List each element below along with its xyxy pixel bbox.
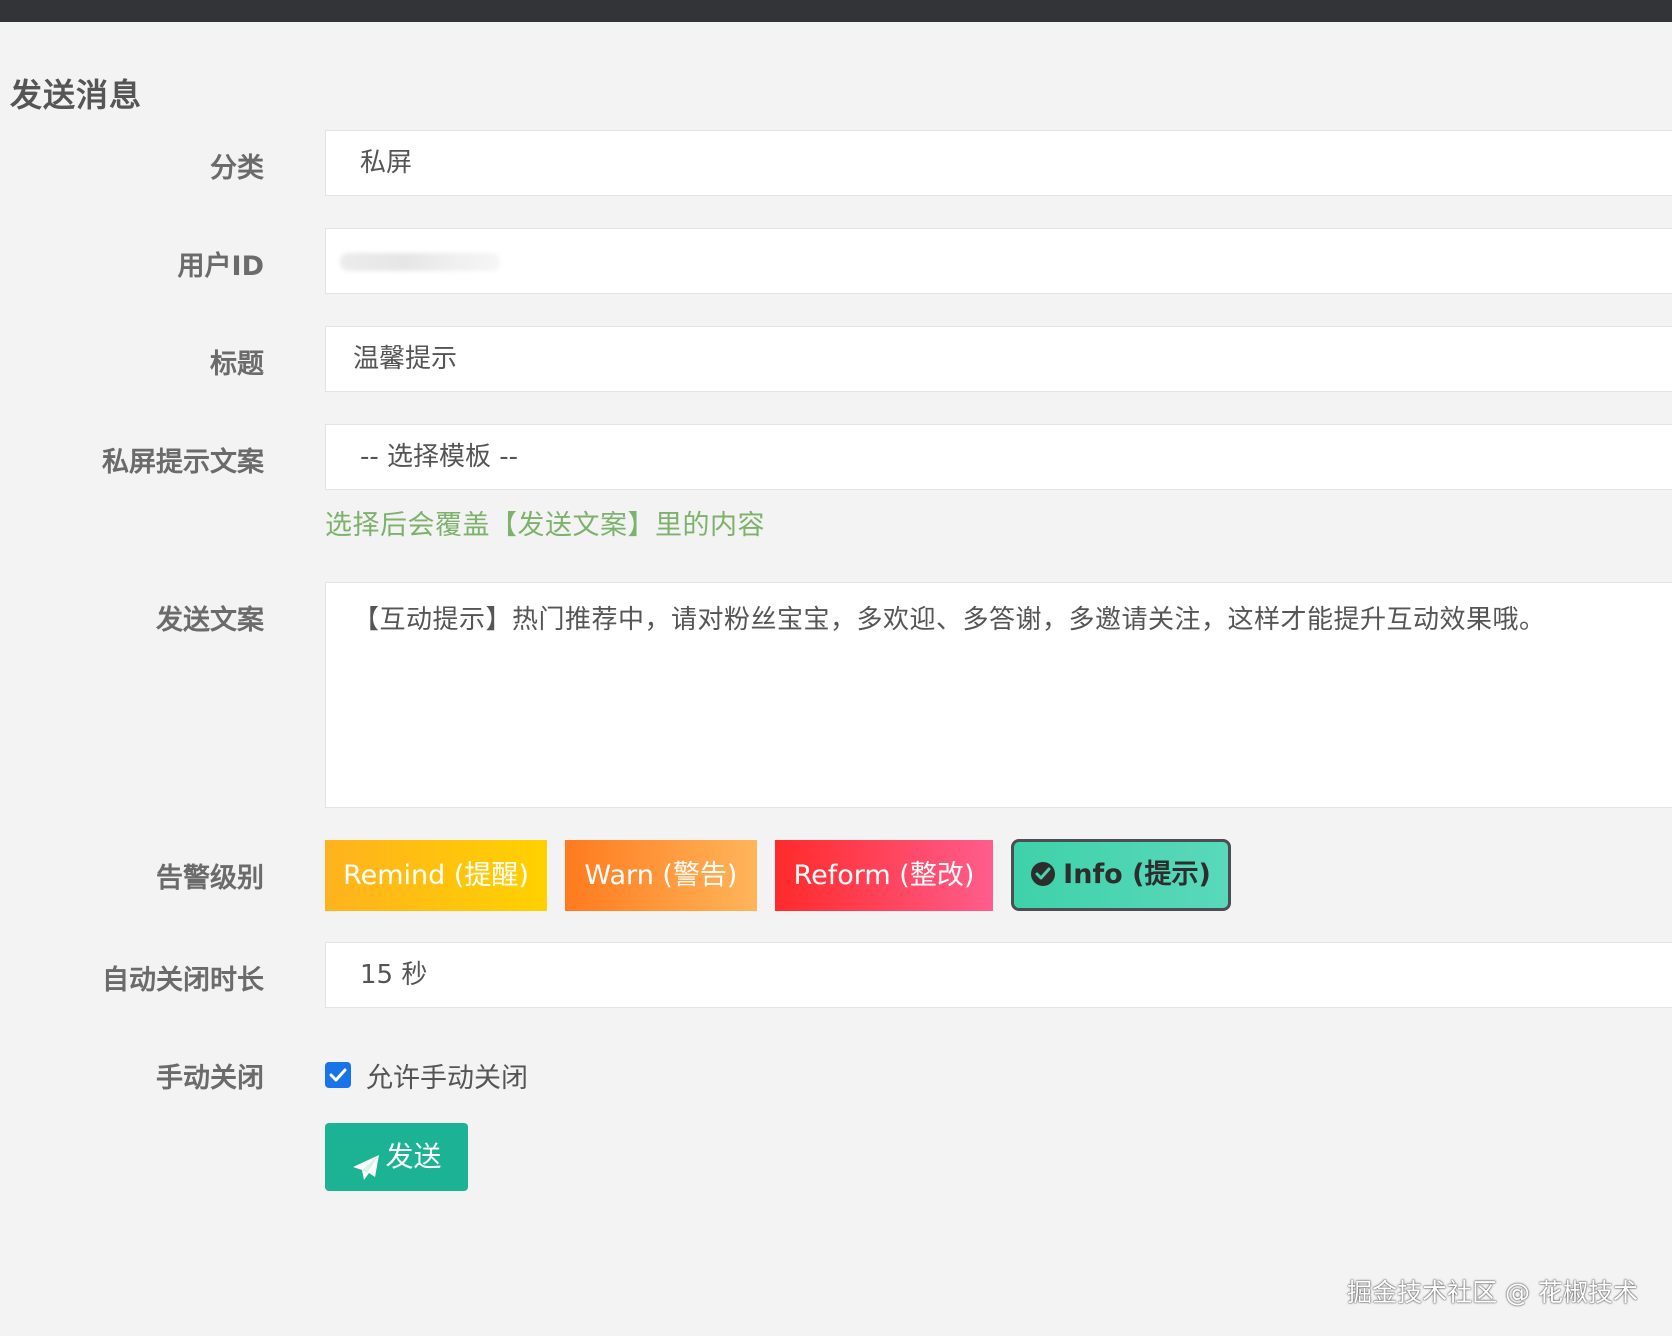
level-info-button[interactable]: Info (提示) xyxy=(1011,839,1231,911)
check-circle-icon xyxy=(1031,861,1056,886)
level-warn-button[interactable]: Warn (警告) xyxy=(565,840,757,911)
auto-close-select[interactable]: 15 秒 xyxy=(325,942,1672,1008)
manual-close-checkbox-label[interactable]: 允许手动关闭 xyxy=(366,1056,528,1095)
auto-close-label: 自动关闭时长 xyxy=(102,965,264,996)
top-bar xyxy=(0,0,1672,22)
message-textarea[interactable]: 【互动提示】热门推荐中，请对粉丝宝宝，多欢迎、多答谢，多邀请关注，这样才能提升互… xyxy=(325,582,1672,808)
manual-close-checkbox[interactable] xyxy=(325,1062,351,1088)
paper-plane-icon xyxy=(351,1140,381,1180)
redacted-user-id xyxy=(340,253,500,271)
level-reform-button[interactable]: Reform (整改) xyxy=(775,840,993,911)
send-button-label: 发送 xyxy=(385,1140,442,1173)
subject-label: 标题 xyxy=(210,349,264,380)
send-button[interactable]: 发送 xyxy=(325,1123,468,1191)
user-id-input[interactable] xyxy=(325,228,1672,294)
page-title: 发送消息 xyxy=(10,76,143,114)
template-select[interactable]: -- 选择模板 -- xyxy=(325,424,1672,490)
alert-level-label: 告警级别 xyxy=(156,863,264,894)
template-label: 私屏提示文案 xyxy=(102,447,264,478)
template-hint: 选择后会覆盖【发送文案】里的内容 xyxy=(325,510,765,541)
manual-close-label: 手动关闭 xyxy=(156,1063,264,1094)
category-label: 分类 xyxy=(210,153,264,184)
message-label: 发送文案 xyxy=(156,605,264,636)
user-id-label: 用户ID xyxy=(177,251,264,282)
subject-input[interactable]: 温馨提示 xyxy=(325,326,1672,392)
level-remind-button[interactable]: Remind (提醒) xyxy=(325,840,547,911)
level-info-label: Info (提示) xyxy=(1063,859,1211,890)
watermark: 掘金技术社区 @ 花椒技术 xyxy=(1347,1278,1638,1307)
category-select[interactable]: 私屏 xyxy=(325,130,1672,196)
